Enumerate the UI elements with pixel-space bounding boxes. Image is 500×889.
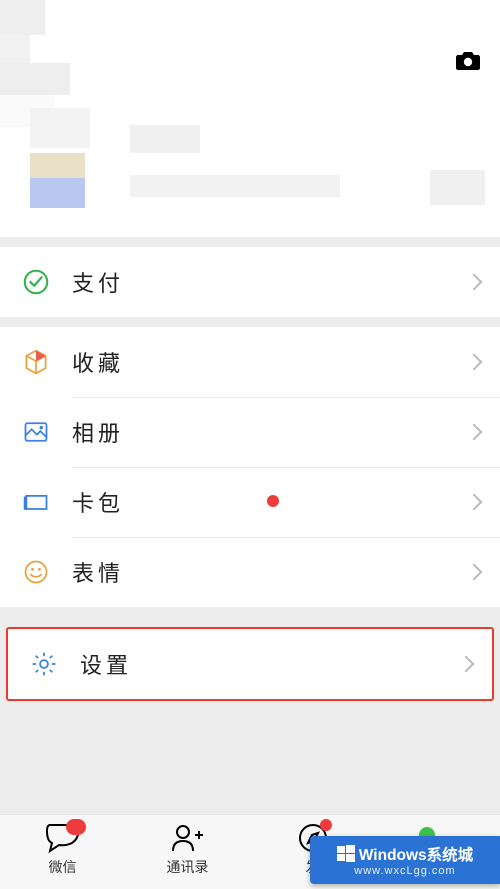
chevron-right-icon (466, 494, 483, 511)
favorites-icon (20, 346, 52, 378)
watermark-title: Windows系统城 (359, 843, 473, 865)
profile-header (0, 0, 500, 237)
menu-item-album[interactable]: 相册 (0, 397, 500, 467)
menu-group-misc: 收藏 相册 卡包 (0, 327, 500, 607)
camera-icon[interactable] (454, 50, 482, 72)
windows-logo-icon (337, 845, 355, 863)
contacts-icon (169, 821, 207, 855)
menu-group-settings-highlighted: 设置 (6, 627, 494, 701)
menu-label: 卡包 (72, 486, 261, 518)
censored-block (130, 125, 200, 153)
menu-label: 设置 (80, 648, 460, 680)
watermark-url: www.wxcLgg.com (354, 865, 455, 877)
chevron-right-icon (466, 274, 483, 291)
censored-block (0, 63, 70, 95)
watermark-overlay: Windows系统城 www.wxcLgg.com (310, 836, 500, 884)
gear-icon (28, 648, 60, 680)
avatar[interactable] (30, 108, 110, 208)
tab-label: 通讯录 (167, 857, 209, 877)
menu-item-pay[interactable]: 支付 (0, 247, 500, 317)
chat-icon (44, 821, 82, 855)
album-icon (20, 416, 52, 448)
notification-dot (320, 819, 332, 831)
menu-label: 支付 (72, 266, 468, 298)
tab-chats[interactable]: 微信 (0, 821, 125, 889)
censored-block (0, 0, 45, 35)
censored-block (0, 35, 30, 63)
tab-label: 微信 (49, 857, 77, 877)
menu-item-favorites[interactable]: 收藏 (0, 327, 500, 397)
menu-item-settings[interactable]: 设置 (8, 629, 492, 699)
badge (66, 819, 86, 835)
menu-label: 表情 (72, 556, 468, 588)
cards-icon (20, 486, 52, 518)
menu-label: 相册 (72, 416, 468, 448)
menu-item-stickers[interactable]: 表情 (0, 537, 500, 607)
chevron-right-icon (466, 354, 483, 371)
chevron-right-icon (466, 564, 483, 581)
chevron-right-icon (458, 656, 475, 673)
tab-contacts[interactable]: 通讯录 (125, 821, 250, 889)
censored-block (430, 170, 485, 205)
stickers-icon (20, 556, 52, 588)
menu-item-cards[interactable]: 卡包 (0, 467, 500, 537)
menu-group-pay: 支付 (0, 247, 500, 317)
notification-dot (267, 495, 279, 507)
pay-icon (20, 266, 52, 298)
menu-label: 收藏 (72, 346, 468, 378)
chevron-right-icon (466, 424, 483, 441)
censored-block (130, 175, 340, 197)
